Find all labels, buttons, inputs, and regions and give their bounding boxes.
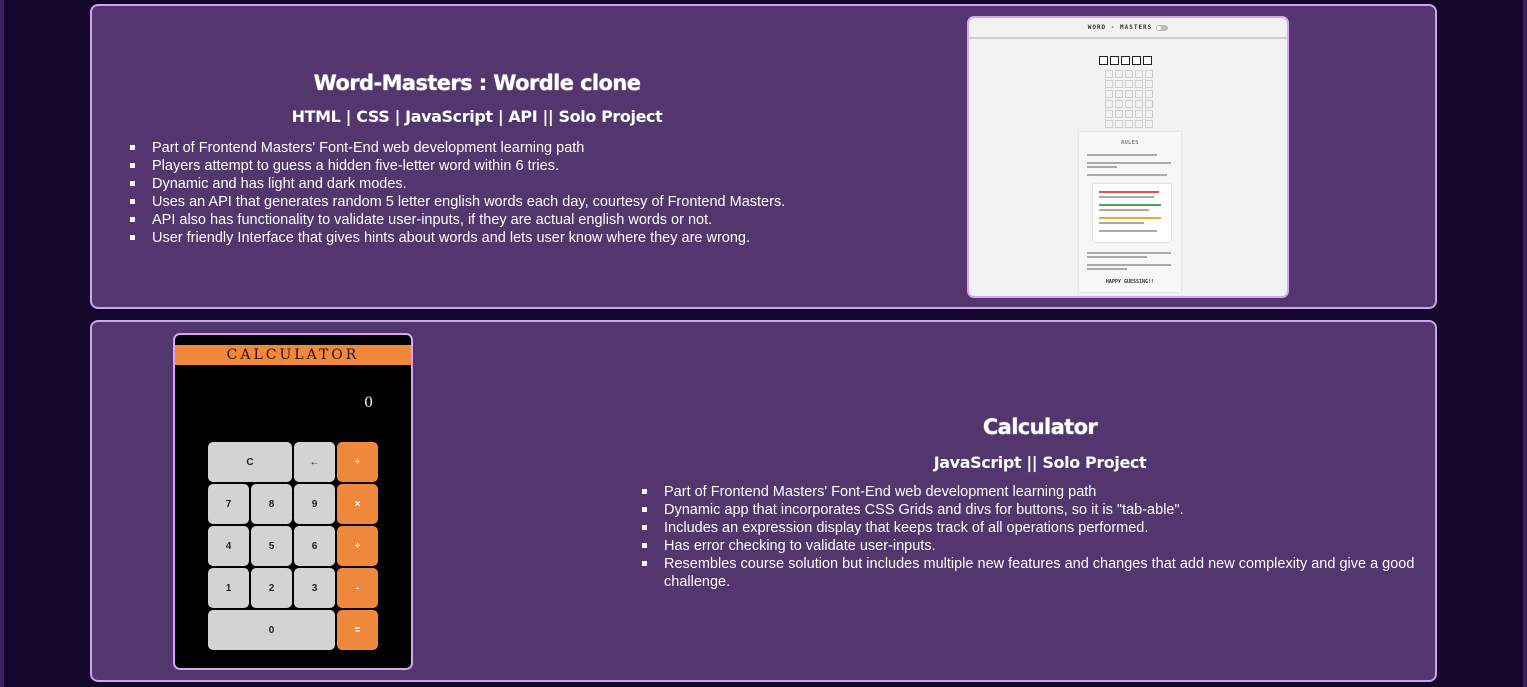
theme-toggle-icon bbox=[1156, 24, 1169, 31]
guess-row-active bbox=[1099, 56, 1152, 65]
calculator-keypad: C ← ÷ 7 8 9 × 4 5 6 + 1 2 3 - 0 = bbox=[208, 442, 378, 650]
list-item: Includes an expression display that keep… bbox=[642, 519, 1432, 537]
project-card-word-masters: Word-Masters : Wordle clone HTML | CSS |… bbox=[90, 4, 1437, 309]
digit-4-key: 4 bbox=[208, 526, 249, 566]
digit-0-key: 0 bbox=[208, 610, 335, 650]
digit-7-key: 7 bbox=[208, 484, 249, 524]
digit-6-key: 6 bbox=[294, 526, 335, 566]
project-feature-list: Part of Frontend Masters' Font-End web d… bbox=[130, 139, 890, 247]
plus-key: + bbox=[337, 526, 378, 566]
word-masters-screenshot[interactable]: WORD - MASTERS RULES HAPPY GUESSING!! bbox=[967, 16, 1289, 298]
project-card-calculator: CALCULATOR 0 C ← ÷ 7 8 9 × 4 5 6 + 1 2 3… bbox=[90, 320, 1437, 682]
guess-grid bbox=[1105, 70, 1153, 128]
clear-key: C bbox=[208, 442, 292, 482]
list-item: User friendly Interface that gives hints… bbox=[130, 229, 890, 247]
digit-2-key: 2 bbox=[251, 568, 292, 608]
list-item: Has error checking to validate user-inpu… bbox=[642, 537, 1432, 555]
digit-5-key: 5 bbox=[251, 526, 292, 566]
list-item: Part of Frontend Masters' Font-End web d… bbox=[130, 139, 890, 157]
rules-panel: RULES HAPPY GUESSING!! bbox=[1079, 132, 1181, 292]
list-item: Dynamic and has light and dark modes. bbox=[130, 175, 890, 193]
list-item: Resembles course solution but includes m… bbox=[642, 555, 1432, 591]
rules-title: RULES bbox=[1121, 140, 1139, 146]
list-item: Dynamic app that incorporates CSS Grids … bbox=[642, 501, 1432, 519]
list-item: Players attempt to guess a hidden five-l… bbox=[130, 157, 890, 175]
minus-key: - bbox=[337, 568, 378, 608]
calculator-header: CALCULATOR bbox=[175, 345, 411, 365]
project-title: Word-Masters : Wordle clone bbox=[313, 71, 641, 95]
equals-key: = bbox=[337, 610, 378, 650]
project-title: Calculator bbox=[982, 415, 1098, 439]
preview-header-label: WORD - MASTERS bbox=[1087, 24, 1153, 31]
digit-3-key: 3 bbox=[294, 568, 335, 608]
left-edge bbox=[0, 0, 4, 687]
digit-1-key: 1 bbox=[208, 568, 249, 608]
divide-key: ÷ bbox=[337, 442, 378, 482]
calculator-display: 0 bbox=[364, 395, 373, 411]
digit-9-key: 9 bbox=[294, 484, 335, 524]
multiply-key: × bbox=[337, 484, 378, 524]
rules-color-legend bbox=[1093, 184, 1171, 242]
digit-8-key: 8 bbox=[251, 484, 292, 524]
project-tech-stack: HTML | CSS | JavaScript | API || Solo Pr… bbox=[291, 107, 663, 126]
backspace-key: ← bbox=[294, 442, 335, 482]
list-item: API also has functionality to validate u… bbox=[130, 211, 890, 229]
preview-header: WORD - MASTERS bbox=[969, 18, 1287, 39]
calculator-screenshot[interactable]: CALCULATOR 0 C ← ÷ 7 8 9 × 4 5 6 + 1 2 3… bbox=[173, 333, 413, 670]
list-item: Uses an API that generates random 5 lett… bbox=[130, 193, 890, 211]
right-edge bbox=[1523, 0, 1527, 687]
project-tech-stack: JavaScript || Solo Project bbox=[933, 453, 1147, 472]
preview-footer: HAPPY GUESSING!! bbox=[1105, 279, 1155, 285]
project-feature-list: Part of Frontend Masters' Font-End web d… bbox=[642, 483, 1432, 591]
list-item: Part of Frontend Masters' Font-End web d… bbox=[642, 483, 1432, 501]
